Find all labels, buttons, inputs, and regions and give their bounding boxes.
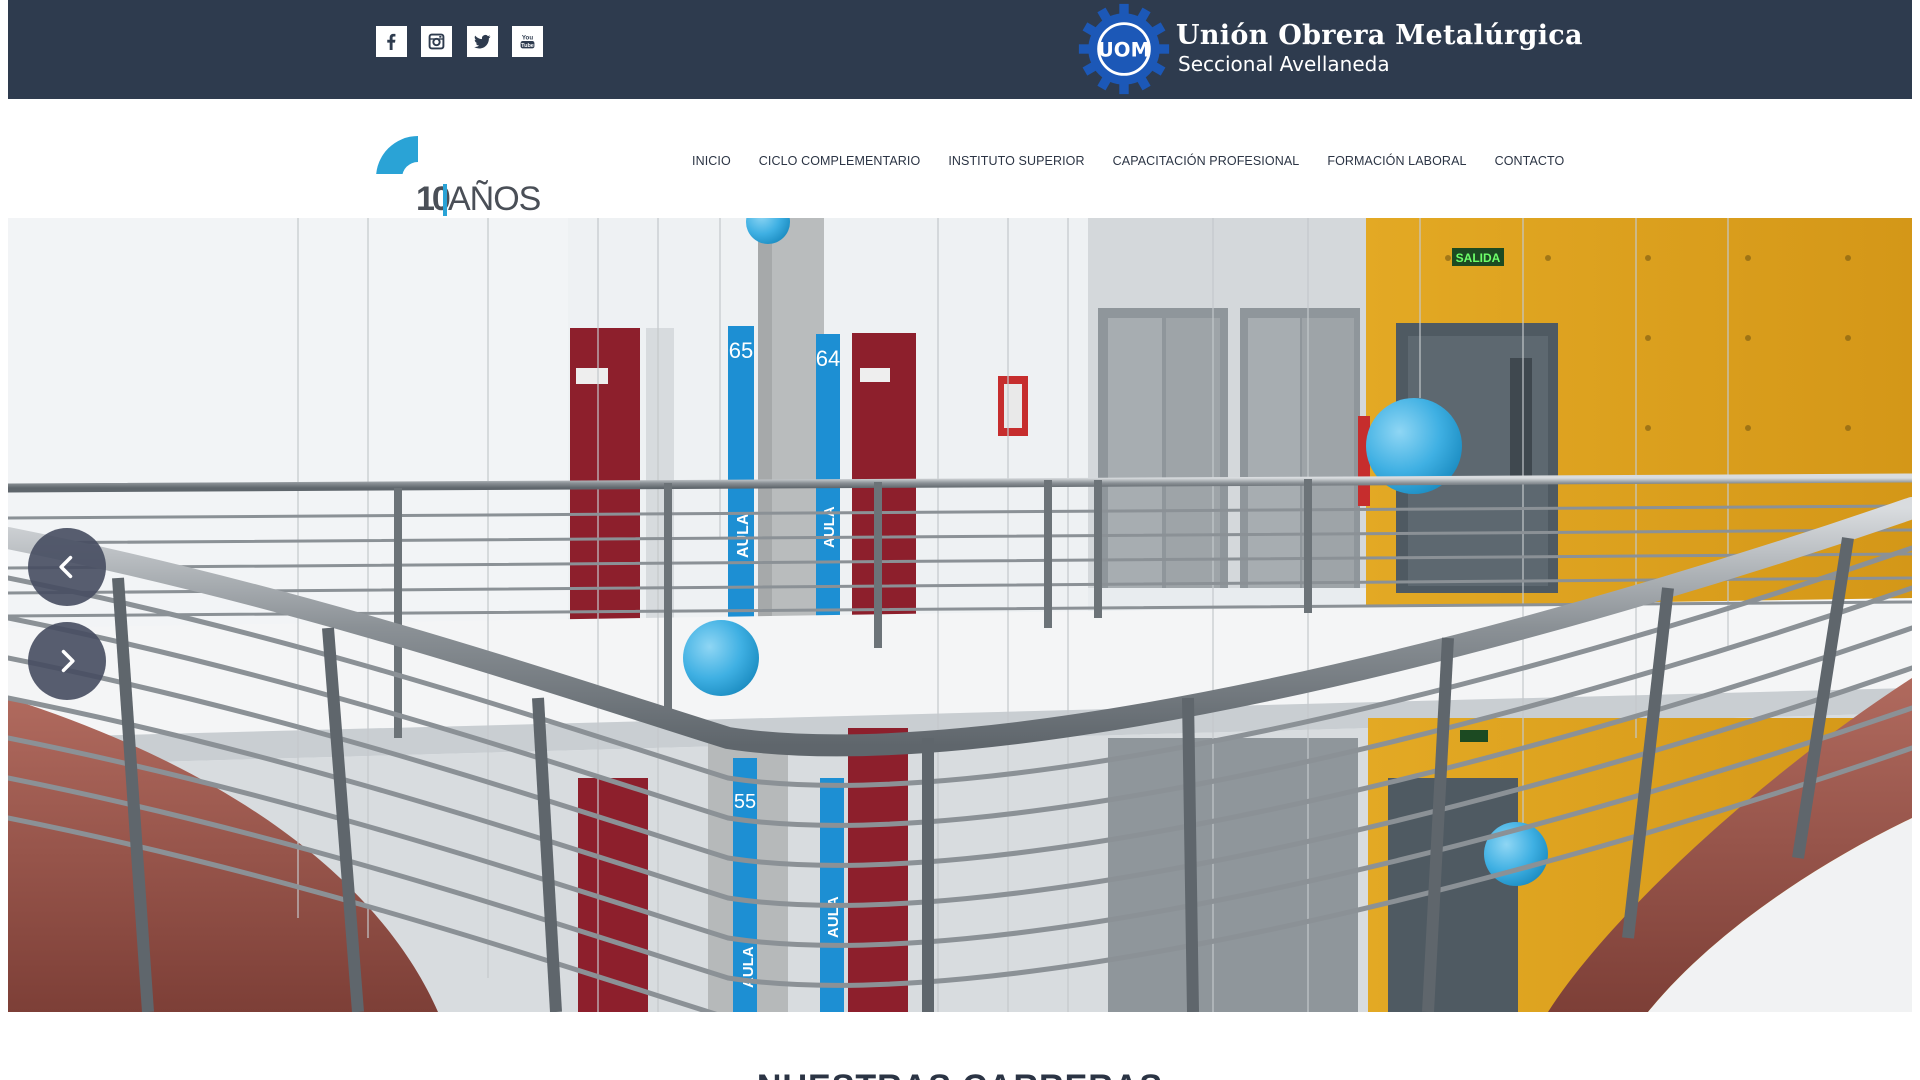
room-64-label: 64 [816, 346, 840, 371]
nav-instituto-superior[interactable]: INSTITUTO SUPERIOR [948, 154, 1084, 168]
slider-prev-button[interactable] [28, 528, 106, 606]
quarter-circle-mark [376, 136, 420, 178]
nav-contacto[interactable]: CONTACTO [1495, 154, 1565, 168]
org-subtitle: Seccional Avellaneda [1178, 52, 1390, 76]
twitter-icon [474, 34, 491, 49]
svg-text:Tube: Tube [521, 43, 534, 49]
brand-logo[interactable]: 10 AÑOS [376, 134, 541, 218]
hero-slider: SALIDA 65 AULA 64 AULA 55 AULA AULA [8, 218, 1912, 1012]
chevron-right-icon [61, 649, 75, 673]
room-55-label: 55 [734, 791, 756, 813]
aula-label-54: AULA [825, 896, 842, 938]
brand-years: AÑOS [448, 180, 541, 218]
facebook-icon [387, 33, 396, 50]
slider-next-button[interactable] [28, 622, 106, 700]
instagram-icon [428, 33, 445, 50]
instagram-link[interactable] [421, 26, 452, 57]
nav-ciclo-complementario[interactable]: CICLO COMPLEMENTARIO [759, 154, 921, 168]
hero-image: SALIDA 65 AULA 64 AULA 55 AULA AULA [8, 218, 1912, 1012]
nav-capacitacion-profesional[interactable]: CAPACITACIÓN PROFESIONAL [1113, 154, 1300, 168]
section-title: NUESTRAS CARRERAS [0, 1068, 1920, 1080]
uom-logo[interactable]: UOM Unión Obrera Metalúrgica Seccional A… [1073, 0, 1583, 99]
brand-bar [443, 184, 447, 216]
main-nav: INICIO CICLO COMPLEMENTARIO INSTITUTO SU… [692, 154, 1564, 168]
room-65-label: 65 [729, 338, 753, 363]
svg-text:You: You [522, 35, 533, 42]
nav-inicio[interactable]: INICIO [692, 154, 731, 168]
youtube-icon: You Tube [520, 35, 535, 49]
uom-gear-emblem: UOM [1078, 3, 1170, 95]
uom-emblem-text: UOM [1098, 39, 1150, 62]
nav-formacion-laboral[interactable]: FORMACIÓN LABORAL [1327, 154, 1466, 168]
chevron-left-icon [59, 555, 73, 579]
aula-label-65: AULA [735, 513, 752, 558]
facebook-link[interactable] [376, 26, 407, 57]
org-title: Unión Obrera Metalúrgica [1176, 20, 1583, 51]
top-bar [8, 0, 1912, 99]
youtube-link[interactable]: You Tube [512, 26, 543, 57]
twitter-link[interactable] [467, 26, 498, 57]
exit-sign-text: SALIDA [1456, 251, 1501, 265]
